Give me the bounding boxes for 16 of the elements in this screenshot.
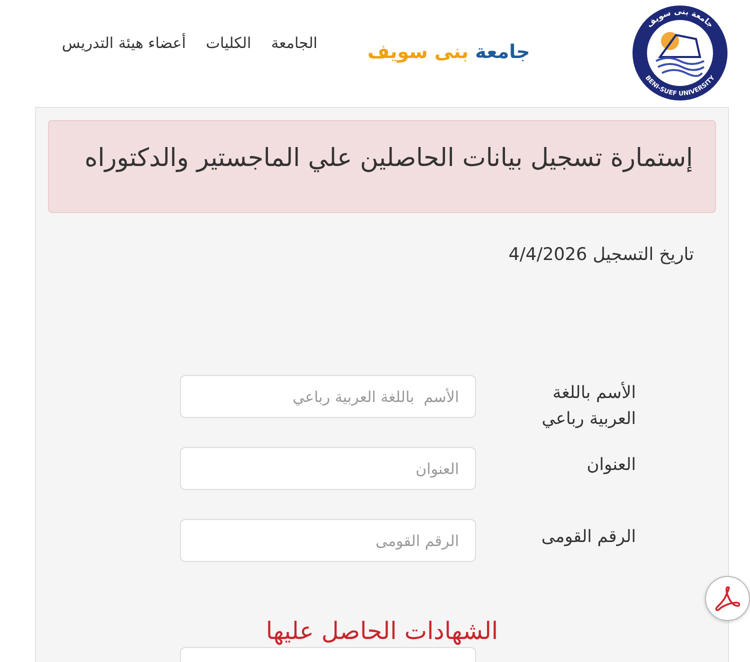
field-label: الأسم باللغة العربية رباعي [540, 380, 636, 432]
pdf-icon [715, 586, 740, 611]
input-field[interactable]: الرقم القومى [180, 519, 476, 562]
field-label: العنوان [586, 454, 636, 477]
pdf-button[interactable] [705, 576, 750, 621]
nav-link[interactable]: أعضاء هيئة التدريس [62, 33, 186, 54]
form-title: إستمارة تسجيل بيانات الحاصلين علي الماجستير والدكتوراه [84, 142, 693, 174]
input-field[interactable]: العنوان [180, 447, 476, 490]
registration-date: تاريخ التسجيل 4/4/2026 [508, 244, 694, 267]
field-label: الرقم القومى [540, 526, 636, 549]
logo-ring-text: جامعة بنى سويف [644, 6, 716, 30]
section-heading: الشهادات الحاصل عليها [264, 616, 500, 647]
input-field[interactable]: الأسم باللغة العربية رباعي [180, 375, 476, 418]
nav-link[interactable]: الجامعة [271, 33, 318, 54]
site-logo-text[interactable]: جامعة بنى سويف [367, 40, 530, 65]
nav-link[interactable]: الكليات [206, 33, 252, 54]
